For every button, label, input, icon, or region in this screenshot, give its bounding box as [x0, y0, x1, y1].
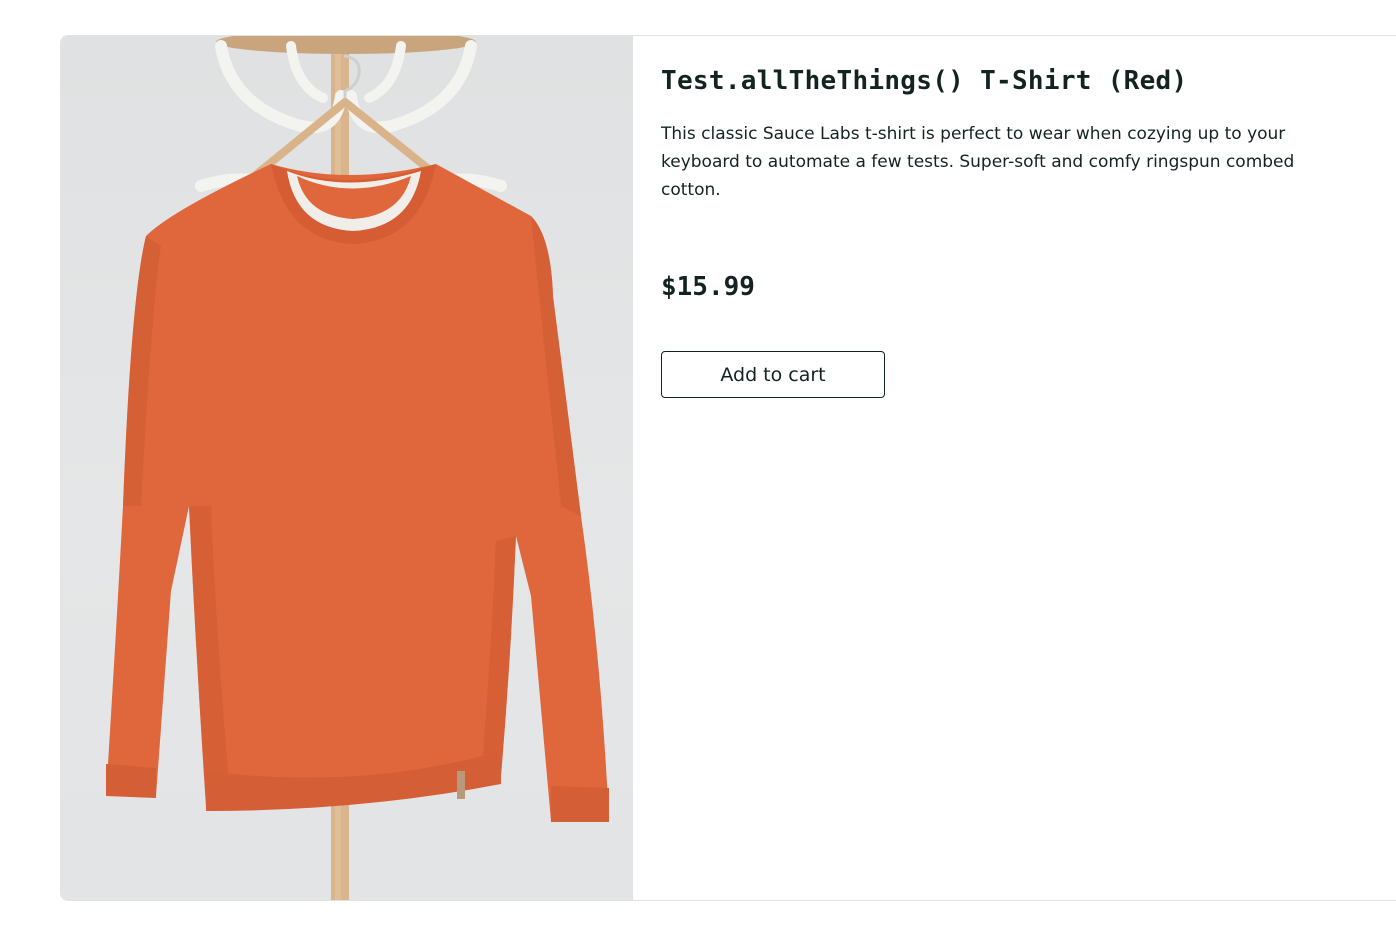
product-description: This classic Sauce Labs t-shirt is perfe…: [661, 124, 1295, 200]
product-details-card: Test.allTheThings() T-Shirt (Red) This c…: [60, 35, 1396, 901]
product-details: Test.allTheThings() T-Shirt (Red) This c…: [661, 62, 1301, 398]
product-title: Test.allTheThings() T-Shirt (Red): [661, 66, 1188, 96]
add-to-cart-button[interactable]: Add to cart: [661, 351, 885, 398]
red-sweatshirt-on-hanger-image: [106, 36, 609, 900]
product-image: [61, 36, 633, 900]
product-price: $15.99: [661, 272, 755, 302]
